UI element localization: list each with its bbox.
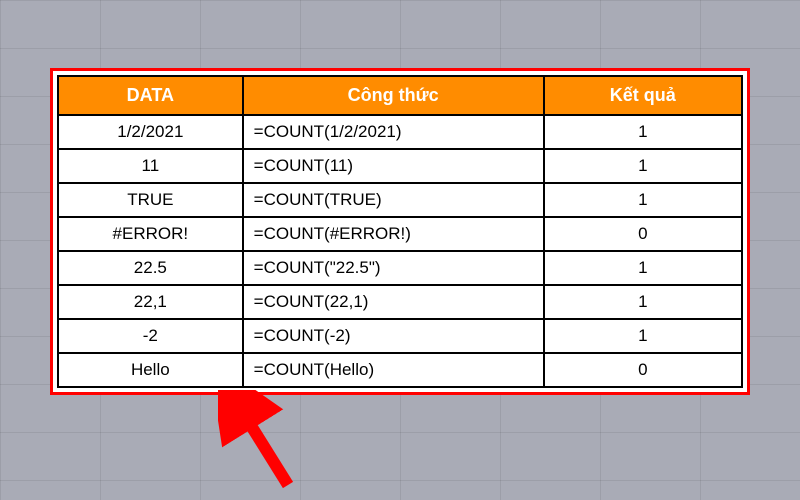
cell-result: 1 <box>544 149 742 183</box>
cell-formula: =COUNT(22,1) <box>243 285 544 319</box>
cell-result: 1 <box>544 115 742 149</box>
table-header-row: DATA Công thức Kết quả <box>58 76 742 115</box>
table-body: 1/2/2021 =COUNT(1/2/2021) 1 11 =COUNT(11… <box>58 115 742 387</box>
cell-result: 1 <box>544 319 742 353</box>
cell-data: 11 <box>58 149 243 183</box>
cell-data: 22,1 <box>58 285 243 319</box>
cell-result: 1 <box>544 285 742 319</box>
cell-formula: =COUNT(1/2/2021) <box>243 115 544 149</box>
header-formula: Công thức <box>243 76 544 115</box>
cell-data: -2 <box>58 319 243 353</box>
cell-data: #ERROR! <box>58 217 243 251</box>
table-row: 22.5 =COUNT("22.5") 1 <box>58 251 742 285</box>
header-result: Kết quả <box>544 76 742 115</box>
table-row: 11 =COUNT(11) 1 <box>58 149 742 183</box>
cell-result: 1 <box>544 183 742 217</box>
cell-formula: =COUNT(#ERROR!) <box>243 217 544 251</box>
cell-formula: =COUNT(TRUE) <box>243 183 544 217</box>
cell-formula: =COUNT(11) <box>243 149 544 183</box>
cell-data: 1/2/2021 <box>58 115 243 149</box>
cell-formula: =COUNT(-2) <box>243 319 544 353</box>
cell-formula: =COUNT(Hello) <box>243 353 544 387</box>
count-examples-table: DATA Công thức Kết quả 1/2/2021 =COUNT(1… <box>57 75 743 388</box>
cell-data: Hello <box>58 353 243 387</box>
cell-result: 0 <box>544 217 742 251</box>
cell-data: 22.5 <box>58 251 243 285</box>
cell-formula: =COUNT("22.5") <box>243 251 544 285</box>
cell-result: 0 <box>544 353 742 387</box>
table-row: #ERROR! =COUNT(#ERROR!) 0 <box>58 217 742 251</box>
header-data: DATA <box>58 76 243 115</box>
table-row: -2 =COUNT(-2) 1 <box>58 319 742 353</box>
table-row: 1/2/2021 =COUNT(1/2/2021) 1 <box>58 115 742 149</box>
table-row: Hello =COUNT(Hello) 0 <box>58 353 742 387</box>
cell-result: 1 <box>544 251 742 285</box>
cell-data: TRUE <box>58 183 243 217</box>
table-row: TRUE =COUNT(TRUE) 1 <box>58 183 742 217</box>
highlight-frame: DATA Công thức Kết quả 1/2/2021 =COUNT(1… <box>50 68 750 395</box>
table-row: 22,1 =COUNT(22,1) 1 <box>58 285 742 319</box>
